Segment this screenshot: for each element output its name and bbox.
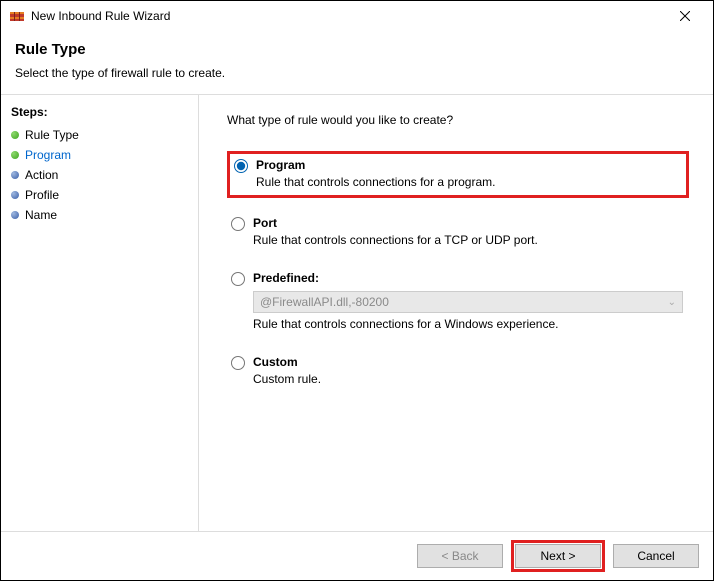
cancel-button[interactable]: Cancel <box>613 544 699 568</box>
option-desc: Custom rule. <box>253 372 683 386</box>
radio-port[interactable] <box>231 217 245 231</box>
option-desc: Rule that controls connections for a Win… <box>253 317 683 331</box>
step-program[interactable]: Program <box>9 145 190 165</box>
footer: < Back Next > Cancel <box>1 532 713 580</box>
predefined-dropdown: @FirewallAPI.dll,-80200 ⌄ <box>253 291 683 313</box>
next-button[interactable]: Next > <box>515 544 601 568</box>
content-area: What type of rule would you like to crea… <box>199 95 713 531</box>
radio-predefined[interactable] <box>231 272 245 286</box>
window-title: New Inbound Rule Wizard <box>31 9 665 23</box>
step-label: Rule Type <box>25 128 79 142</box>
step-label: Action <box>25 168 58 182</box>
option-label: Port <box>253 216 683 230</box>
step-label: Profile <box>25 188 59 202</box>
option-desc: Rule that controls connections for a pro… <box>256 175 680 189</box>
page-subtitle: Select the type of firewall rule to crea… <box>15 66 699 80</box>
step-name[interactable]: Name <box>9 205 190 225</box>
body: Steps: Rule Type Program Action Profile <box>1 94 713 532</box>
option-custom[interactable]: Custom Custom rule. <box>227 351 689 392</box>
firewall-icon <box>9 8 25 24</box>
option-label: Program <box>256 158 680 172</box>
titlebar: New Inbound Rule Wizard <box>1 1 713 31</box>
radio-custom[interactable] <box>231 356 245 370</box>
step-label: Program <box>25 148 71 162</box>
back-button: < Back <box>417 544 503 568</box>
steps-title: Steps: <box>9 105 190 119</box>
step-rule-type[interactable]: Rule Type <box>9 125 190 145</box>
option-label: Custom <box>253 355 683 369</box>
close-button[interactable] <box>665 2 705 30</box>
step-bullet-icon <box>11 131 19 139</box>
next-highlight: Next > <box>511 540 605 572</box>
step-bullet-icon <box>11 211 19 219</box>
step-bullet-icon <box>11 151 19 159</box>
step-bullet-icon <box>11 171 19 179</box>
step-profile[interactable]: Profile <box>9 185 190 205</box>
option-predefined[interactable]: Predefined: @FirewallAPI.dll,-80200 ⌄ Ru… <box>227 267 689 337</box>
option-program[interactable]: Program Rule that controls connections f… <box>227 151 689 198</box>
option-port[interactable]: Port Rule that controls connections for … <box>227 212 689 253</box>
page-heading: Rule Type <box>15 41 699 58</box>
option-desc: Rule that controls connections for a TCP… <box>253 233 683 247</box>
option-label: Predefined: <box>253 271 683 285</box>
wizard-window: New Inbound Rule Wizard Rule Type Select… <box>0 0 714 581</box>
step-label: Name <box>25 208 57 222</box>
prompt-text: What type of rule would you like to crea… <box>227 113 689 127</box>
page-header: Rule Type Select the type of firewall ru… <box>1 31 713 94</box>
dropdown-value: @FirewallAPI.dll,-80200 <box>260 295 389 309</box>
radio-program[interactable] <box>234 159 248 173</box>
step-action[interactable]: Action <box>9 165 190 185</box>
chevron-down-icon: ⌄ <box>668 297 676 308</box>
steps-sidebar: Steps: Rule Type Program Action Profile <box>1 95 199 531</box>
step-bullet-icon <box>11 191 19 199</box>
